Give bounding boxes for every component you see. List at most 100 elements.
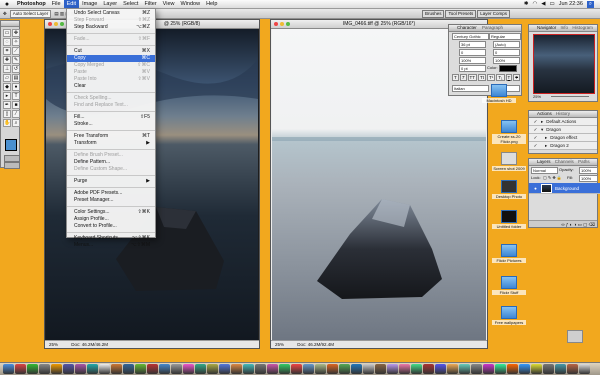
dock-app-icon[interactable]	[531, 364, 542, 374]
doc-right-zoom[interactable]: 25%	[275, 342, 284, 347]
fx-icon[interactable]: ƒ	[566, 222, 569, 227]
clock[interactable]: Jun 22:36	[559, 1, 583, 7]
menu-item-color-settings[interactable]: Color Settings... ⇧⌘K	[67, 209, 155, 216]
tab-paragraph[interactable]: Paragraph	[482, 25, 503, 30]
tab-tool-presets[interactable]: Tool Presets	[445, 9, 477, 18]
tab-histogram[interactable]: Histogram	[572, 25, 593, 30]
pen-tool-icon[interactable]: ✒	[3, 101, 11, 109]
dock-app-icon[interactable]	[51, 364, 62, 374]
menu-item-clear[interactable]: Clear	[67, 83, 155, 90]
action-row[interactable]: ✓ ▸ Dragon 2	[529, 142, 597, 150]
desktop-icon[interactable]: Create ss-20 Flickr.png	[492, 120, 526, 144]
lock-icons[interactable]: ▢ ✎ ✥ 🔒	[543, 175, 562, 180]
adjustment-icon[interactable]: ◑	[574, 222, 577, 227]
dock-app-icon[interactable]	[543, 364, 554, 374]
tab-layers[interactable]: Layers	[537, 159, 551, 164]
menu-item-step-backward[interactable]: Step Backward ⌥⌘Z	[67, 24, 155, 31]
small-caps-button[interactable]: Tt	[478, 74, 486, 81]
quick-mask-icon[interactable]	[4, 155, 20, 162]
path-select-icon[interactable]: ▸	[3, 92, 11, 100]
dock-app-icon[interactable]	[315, 364, 326, 374]
font-size-field[interactable]: 36 pt	[459, 41, 486, 48]
dock-app-icon[interactable]	[231, 364, 242, 374]
faux-italic-button[interactable]: T	[459, 74, 467, 81]
dock-app-icon[interactable]	[471, 364, 482, 374]
dock-app-icon[interactable]	[123, 364, 134, 374]
trash-desktop-icon[interactable]	[560, 330, 590, 344]
bluetooth-icon[interactable]: ✱	[524, 1, 529, 7]
desktop-icon[interactable]: Screen shot 2009	[492, 152, 526, 171]
shape-tool-icon[interactable]: ■	[12, 101, 20, 109]
dock-app-icon[interactable]	[63, 364, 74, 374]
type-tool-icon[interactable]: T	[12, 92, 20, 100]
dock-app-icon[interactable]	[495, 364, 506, 374]
menu-item-convert-to-profile[interactable]: Convert to Profile...	[67, 223, 155, 230]
checkbox-icon[interactable]: ✓	[533, 142, 538, 149]
kerning-field[interactable]: 0	[459, 49, 486, 56]
stamp-tool-icon[interactable]: ⊥	[3, 65, 11, 73]
menu-item-transform[interactable]: Transform ▶	[67, 140, 155, 147]
menu-file[interactable]: File	[49, 0, 64, 8]
minimize-icon[interactable]	[54, 22, 58, 26]
zoom-icon[interactable]	[60, 22, 64, 26]
magic-wand-icon[interactable]: ✧	[12, 38, 20, 46]
dock-app-icon[interactable]	[27, 364, 38, 374]
lasso-tool-icon[interactable]: ◌	[3, 38, 11, 46]
dock-app-icon[interactable]	[159, 364, 170, 374]
menu-item-menus[interactable]: Menus... ⌥⇧⌘M	[67, 242, 155, 249]
dock-app-icon[interactable]	[435, 364, 446, 374]
character-panel-header[interactable]: Character Paragraph	[449, 25, 521, 32]
tab-layer-comps[interactable]: Layer Comps	[477, 9, 510, 18]
navigator-zoom[interactable]: 25%	[533, 94, 541, 99]
doc-right-info[interactable]: Doc: 46.2M/92.4M	[297, 342, 334, 347]
menu-item-copy[interactable]: Copy ⌘C	[67, 55, 155, 62]
action-set-row[interactable]: ✓ ▾ Dragon	[529, 126, 597, 134]
move-tool-icon[interactable]: ✥	[12, 29, 20, 37]
gradient-tool-icon[interactable]: ▤	[12, 74, 20, 82]
mask-icon[interactable]: ◐	[570, 222, 573, 227]
action-row[interactable]: ✓ ▸ Dragon effect	[529, 134, 597, 142]
blend-mode-select[interactable]: Normal	[531, 167, 558, 174]
tab-actions[interactable]: Actions	[537, 111, 552, 116]
dock-app-icon[interactable]	[255, 364, 266, 374]
dock-app-icon[interactable]	[147, 364, 158, 374]
dock-app-icon[interactable]	[375, 364, 386, 374]
tab-character[interactable]: Character	[457, 25, 477, 30]
minimize-icon[interactable]	[280, 22, 284, 26]
marquee-tool-icon[interactable]: ▭	[3, 29, 11, 37]
zoom-icon[interactable]	[286, 22, 290, 26]
dock-app-icon[interactable]	[87, 364, 98, 374]
dock-app-icon[interactable]	[411, 364, 422, 374]
menu-help[interactable]: Help	[203, 0, 220, 8]
menu-item-purge[interactable]: Purge ▶	[67, 178, 155, 185]
tab-info[interactable]: Info	[561, 25, 569, 30]
move-tool-icon[interactable]: ✥	[3, 11, 7, 17]
desktop-icon[interactable]: Desktop Photo	[492, 180, 526, 199]
menu-select[interactable]: Select	[120, 0, 141, 8]
tab-paths[interactable]: Paths	[578, 159, 590, 164]
foreground-color-swatch[interactable]	[5, 139, 17, 151]
dock-app-icon[interactable]	[327, 364, 338, 374]
faux-bold-button[interactable]: T	[452, 74, 459, 81]
menu-item-assign-profile[interactable]: Assign Profile...	[67, 216, 155, 223]
notes-tool-icon[interactable]: ▯	[3, 110, 11, 118]
dock-app-icon[interactable]	[3, 364, 14, 374]
navigator-thumbnail[interactable]	[533, 34, 595, 94]
menu-window[interactable]: Window	[178, 0, 204, 8]
checkbox-icon[interactable]: ✓	[533, 118, 538, 125]
triangle-icon[interactable]: ▸	[541, 142, 547, 149]
close-icon[interactable]	[48, 22, 52, 26]
dock-app-icon[interactable]	[207, 364, 218, 374]
baseline-shift-field[interactable]: 0 pt	[459, 65, 486, 72]
menu-layer[interactable]: Layer	[100, 0, 120, 8]
volume-icon[interactable]: ◀	[541, 1, 545, 7]
new-layer-icon[interactable]: ▢	[583, 222, 587, 227]
vertical-scale-field[interactable]: 100%	[459, 57, 486, 64]
app-menu[interactable]: Photoshop	[14, 0, 49, 8]
menu-edit[interactable]: Edit	[63, 0, 80, 8]
dock-app-icon[interactable]	[363, 364, 374, 374]
blur-tool-icon[interactable]: ◆	[3, 83, 11, 91]
triangle-icon[interactable]: ▸	[541, 118, 543, 125]
dock-app-icon[interactable]	[507, 364, 518, 374]
close-icon[interactable]	[274, 22, 278, 26]
